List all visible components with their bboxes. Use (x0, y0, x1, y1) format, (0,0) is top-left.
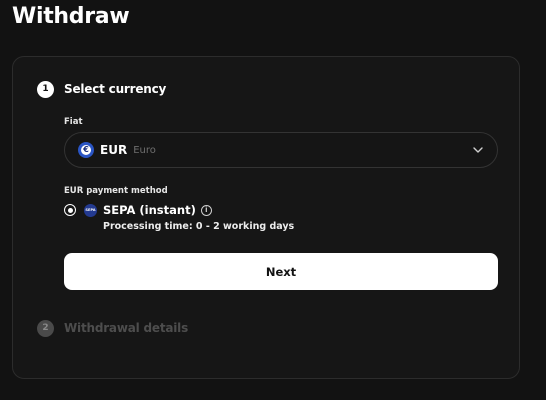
step-2-header[interactable]: 2 Withdrawal details (37, 318, 188, 338)
payment-method-label: EUR payment method (64, 186, 168, 196)
payment-option-sepa[interactable]: SEPA SEPA (instant) i (64, 202, 212, 218)
fiat-label: Fiat (64, 117, 83, 127)
radio-selected-dot (67, 207, 73, 213)
step-2-title: Withdrawal details (64, 321, 189, 335)
euro-coin-icon: € (78, 142, 94, 158)
currency-name: Euro (133, 144, 156, 156)
step-1-header: 1 Select currency (37, 79, 166, 99)
processing-time: Processing time: 0 - 2 working days (103, 221, 295, 232)
step-1-number-badge: 1 (37, 80, 54, 98)
page-title: Withdraw (12, 4, 130, 29)
currency-select[interactable]: € EUR Euro (64, 132, 498, 168)
withdraw-page: Withdraw 1 Select currency Fiat € EUR Eu… (0, 0, 546, 400)
step-2-number-badge: 2 (37, 319, 54, 337)
chevron-down-icon (473, 147, 483, 153)
payment-method-name: SEPA (instant) (103, 203, 196, 217)
info-icon[interactable]: i (200, 204, 212, 216)
withdraw-card: 1 Select currency Fiat € EUR Euro EUR pa… (12, 56, 520, 379)
sepa-radio-button[interactable] (64, 204, 76, 216)
currency-code: EUR (100, 143, 128, 157)
next-button[interactable]: Next (64, 253, 498, 290)
euro-symbol: € (81, 145, 91, 155)
sepa-icon: SEPA (84, 203, 97, 217)
sepa-logo-text: SEPA (85, 208, 96, 212)
step-1-title: Select currency (64, 82, 167, 96)
